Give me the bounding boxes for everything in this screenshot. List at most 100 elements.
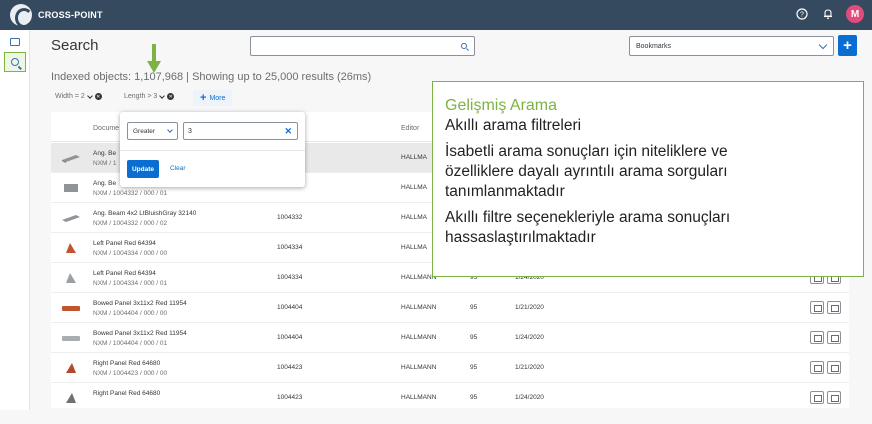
row-number: 1004423	[277, 364, 303, 371]
app-frame: CROSS-POINT ? M Search Bookmarks + Index…	[0, 0, 872, 424]
feature-callout: Gelişmiş Arama Akıllı arama filtreleri İ…	[432, 81, 864, 277]
clear-button[interactable]: Clear	[170, 165, 186, 172]
row-revision: 95	[470, 304, 478, 311]
remove-filter-icon[interactable]: ✕	[94, 93, 102, 100]
documents-icon	[10, 38, 20, 46]
more-label: More	[209, 94, 226, 102]
filter-chip-width[interactable]: Width = 2 ✕	[55, 92, 102, 100]
open-icon[interactable]	[810, 331, 824, 344]
part-thumbnail	[66, 363, 76, 373]
sidenav-documents[interactable]	[6, 34, 24, 50]
column-header-document[interactable]: Docume	[93, 125, 119, 132]
row-editor: HALLMANN	[401, 394, 437, 401]
row-actions	[810, 331, 841, 344]
search-icon	[11, 58, 19, 66]
more-filters-button[interactable]: + More	[193, 90, 233, 106]
part-thumbnail	[62, 155, 80, 163]
details-icon[interactable]	[827, 391, 841, 404]
row-editor: HALLMANN	[401, 364, 437, 371]
row-editor: HALLMANN	[401, 304, 437, 311]
open-icon[interactable]	[810, 301, 824, 314]
part-thumbnail	[62, 215, 80, 222]
search-submit-button[interactable]	[458, 40, 470, 52]
row-revision: 95	[470, 334, 478, 341]
row-revision: 95	[470, 364, 478, 371]
table-row[interactable]: Bowed Panel 3x11x2 Red 11954 NXM / 10044…	[51, 293, 849, 323]
row-editor: HALLMA	[401, 154, 428, 161]
open-icon[interactable]	[810, 361, 824, 374]
details-icon[interactable]	[827, 301, 841, 314]
column-header-editor[interactable]: Editor	[401, 125, 419, 132]
details-icon[interactable]	[827, 331, 841, 344]
filter-value: 3	[188, 127, 192, 135]
update-button[interactable]: Update	[127, 160, 159, 178]
row-editor: HALLMA	[401, 214, 428, 221]
row-name: Ang. Be	[93, 150, 117, 157]
add-bookmark-button[interactable]: +	[838, 35, 857, 56]
user-avatar[interactable]: M	[846, 5, 864, 23]
row-number: 1004404	[277, 304, 303, 311]
notifications-icon[interactable]	[820, 6, 836, 22]
side-navigation	[0, 30, 30, 410]
callout-line: özelliklere dayalı ayrıntılı arama sorgu…	[445, 163, 728, 180]
row-number: 1004332	[277, 214, 303, 221]
row-date: 1/21/2020	[515, 304, 544, 311]
row-sub: NXM / 1004332 / 000 / 01	[93, 190, 168, 197]
row-name: Right Panel Red 64680	[93, 390, 161, 397]
filter-value-input[interactable]: 3 ✕	[183, 122, 298, 140]
crosspoint-logo[interactable]	[10, 4, 33, 28]
filter-chip-length[interactable]: Length > 3 ✕	[124, 92, 175, 100]
callout-line: hassaslaştırılmaktadır	[445, 229, 596, 246]
table-row[interactable]: Right Panel Red 64680 1004423 HALLMANN 9…	[51, 383, 849, 408]
row-number: 1004334	[277, 274, 303, 281]
table-row[interactable]: Right Panel Red 64680 NXM / 1004423 / 00…	[51, 353, 849, 383]
row-name: Ang. Beam 4x2 LtBluishGray 32140	[93, 210, 197, 217]
chevron-down-icon	[818, 40, 828, 50]
callout-line: tanımlanmaktadır	[445, 183, 565, 200]
row-number: 1004404	[277, 334, 303, 341]
callout-line: İsabetli arama sonuçları için nitelikler…	[445, 143, 728, 160]
row-sub: NXM / 1004423 / 000 / 00	[93, 370, 168, 377]
filter-chip-label: Width = 2	[55, 93, 85, 100]
sidenav-search[interactable]	[4, 52, 26, 72]
row-sub: NXM / 1	[93, 160, 117, 167]
row-date: 1/21/2020	[515, 364, 544, 371]
row-name: Right Panel Red 64680	[93, 360, 161, 367]
callout-title: Gelişmiş Arama	[445, 97, 558, 114]
shell-bar: CROSS-POINT ? M	[0, 0, 872, 30]
row-name: Left Panel Red 64394	[93, 270, 156, 277]
row-name: Ang. Be	[93, 180, 117, 187]
shell-actions: ? M	[794, 5, 864, 23]
row-name: Bowed Panel 3x11x2 Red 11954	[93, 300, 187, 307]
divider	[120, 150, 305, 151]
part-thumbnail	[66, 273, 76, 283]
help-icon[interactable]: ?	[794, 6, 810, 22]
part-thumbnail	[66, 393, 76, 403]
row-sub: NXM / 1004404 / 000 / 01	[93, 340, 168, 347]
chevron-down-icon	[86, 92, 93, 99]
row-actions	[810, 361, 841, 374]
operator-select[interactable]: Greater	[127, 122, 178, 140]
part-thumbnail	[62, 306, 80, 311]
row-date: 1/24/2020	[515, 394, 544, 401]
search-icon	[461, 43, 467, 49]
row-name: Left Panel Red 64394	[93, 240, 156, 247]
callout-line: Akıllı filtre seçenekleriyle arama sonuç…	[445, 209, 731, 226]
page-title: Search	[51, 37, 99, 54]
remove-filter-icon[interactable]: ✕	[167, 93, 175, 100]
chevron-down-icon	[159, 92, 166, 99]
plus-icon: +	[200, 92, 207, 104]
table-row[interactable]: Bowed Panel 3x11x2 Red 11954 NXM / 10044…	[51, 323, 849, 353]
bookmarks-select[interactable]: Bookmarks	[629, 36, 834, 56]
filter-chip-label: Length > 3	[124, 93, 158, 100]
svg-text:?: ?	[800, 12, 804, 19]
search-input[interactable]	[251, 38, 451, 57]
search-field	[250, 36, 475, 57]
details-icon[interactable]	[827, 361, 841, 374]
row-number: 1004334	[277, 244, 303, 251]
clear-value-icon[interactable]: ✕	[284, 126, 292, 137]
open-icon[interactable]	[810, 391, 824, 404]
row-editor: HALLMA	[401, 184, 428, 191]
part-thumbnail	[66, 243, 76, 253]
callout-line: Akıllı arama filtreleri	[445, 117, 582, 134]
